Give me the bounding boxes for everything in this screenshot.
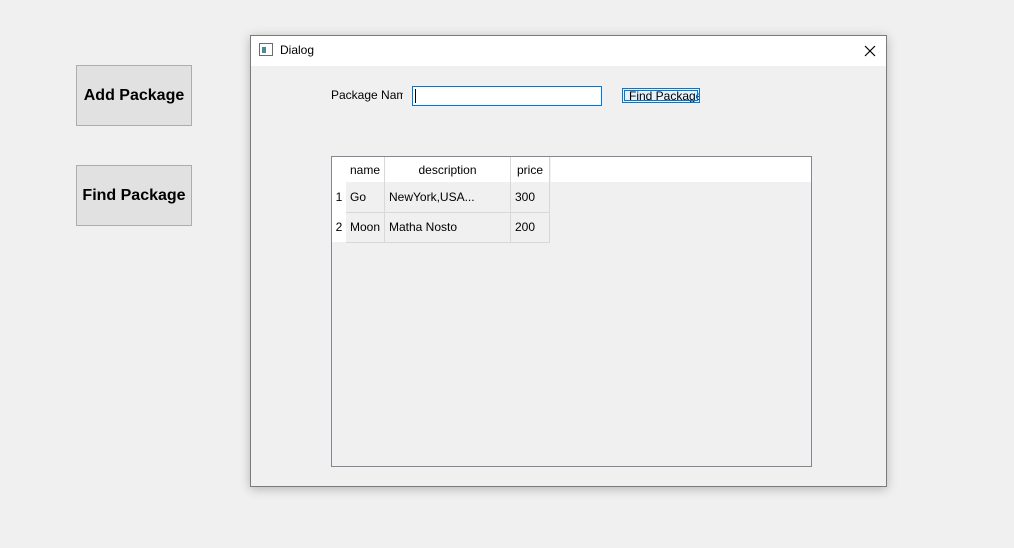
column-header-name[interactable]: name (346, 157, 385, 182)
table-header-row: name description price (332, 157, 550, 182)
table-header-filler (551, 157, 811, 182)
table-row[interactable]: 1 Go NewYork,USA... 300 (332, 182, 550, 213)
dialog-titlebar[interactable]: Dialog (251, 36, 886, 66)
package-name-input[interactable] (412, 86, 602, 106)
cell-price[interactable]: 200 (510, 212, 550, 243)
column-header-price[interactable]: price (510, 157, 550, 182)
table-corner[interactable] (332, 157, 346, 182)
dialog-find-package-button[interactable]: Find Package (622, 88, 700, 103)
dialog-title: Dialog (280, 43, 315, 57)
packages-grid: name description price 1 Go NewYork,USA.… (332, 157, 550, 243)
find-package-button[interactable]: Find Package (76, 165, 192, 226)
cell-price[interactable]: 300 (510, 182, 550, 213)
window-icon (259, 43, 273, 56)
table-row[interactable]: 2 Moon Matha Nosto 200 (332, 212, 550, 243)
package-name-label: Package Nam (331, 88, 403, 102)
add-package-button[interactable]: Add Package (76, 65, 192, 126)
packages-table[interactable]: name description price 1 Go NewYork,USA.… (331, 156, 812, 467)
column-header-description[interactable]: description (384, 157, 511, 182)
dialog-window: Dialog Package Nam Find Package name des… (250, 35, 887, 487)
close-button[interactable] (854, 36, 886, 66)
cell-name[interactable]: Go (346, 182, 385, 213)
close-icon (864, 45, 876, 57)
cell-name[interactable]: Moon (346, 212, 385, 243)
cell-description[interactable]: NewYork,USA... (384, 182, 511, 213)
text-caret (415, 89, 416, 103)
row-header[interactable]: 2 (332, 212, 346, 242)
row-header[interactable]: 1 (332, 182, 346, 212)
cell-description[interactable]: Matha Nosto (384, 212, 511, 243)
